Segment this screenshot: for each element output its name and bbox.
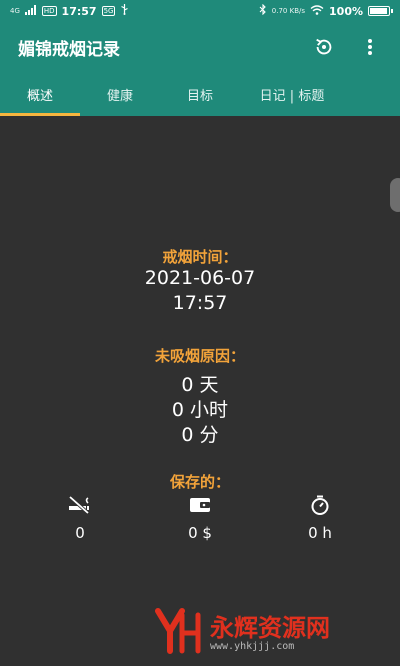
quit-date: 2021-06-07: [144, 267, 256, 289]
stopwatch-icon: [280, 494, 360, 516]
not-smoked-minutes: 0 分: [181, 424, 219, 446]
tab-diary[interactable]: 日记 | 标题: [240, 72, 344, 116]
watermark-url: www.yhkjjj.com: [210, 640, 295, 652]
quit-time-label: 戒烟时间：: [162, 248, 238, 266]
saved-time-value: 0 h: [308, 524, 332, 542]
tab-goals[interactable]: 目标: [160, 72, 240, 116]
saved-cigarettes: 0: [40, 494, 120, 542]
saved-money-value: 0 $: [188, 524, 212, 542]
saved-time: 0 h: [280, 494, 360, 542]
overview-panel: 戒烟时间： 2021-06-07 17:57 未吸烟原因： 0 天 0 小时 0…: [0, 116, 400, 666]
not-smoked-days: 0 天: [181, 374, 219, 396]
wallet-icon: [160, 494, 240, 516]
more-vert-icon[interactable]: [356, 33, 384, 61]
hd-badge: HD: [41, 6, 57, 16]
reset-icon[interactable]: [310, 33, 338, 61]
battery-percent: 100%: [329, 4, 363, 18]
tab-overview[interactable]: 概述: [0, 72, 80, 116]
saved-label: 保存的：: [169, 473, 230, 491]
signal-label: 4G: [10, 7, 20, 15]
bluetooth-icon: [259, 3, 267, 18]
watermark-text: 永辉资源网: [210, 613, 330, 642]
signal-icon: [24, 4, 37, 18]
saved-cigarettes-value: 0: [75, 524, 85, 542]
status-bar: 4G HD 17:57 5G 0.70 KB/s 100%: [0, 0, 400, 22]
side-handle[interactable]: [390, 178, 400, 212]
notification-badge: 5G: [101, 6, 116, 16]
battery-fill: [370, 8, 387, 14]
not-smoked-label: 未吸烟原因：: [154, 347, 245, 365]
net-speed: 0.70 KB/s: [271, 7, 306, 15]
usb-icon: [120, 4, 129, 18]
tab-bar: 概述 健康 目标 日记 | 标题: [0, 72, 400, 116]
not-smoked-hours: 0 小时: [171, 399, 229, 421]
app-bar: 媚锦戒烟记录: [0, 22, 400, 72]
no-smoking-icon: [40, 494, 120, 516]
watermark: 永辉资源网 www.yhkjjj.com: [152, 604, 398, 662]
status-time: 17:57: [61, 4, 97, 18]
app-title: 媚锦戒烟记录: [18, 39, 120, 60]
tab-health[interactable]: 健康: [80, 72, 160, 116]
wifi-icon: [310, 4, 324, 18]
saved-money: 0 $: [160, 494, 240, 542]
watermark-logo: [152, 605, 204, 661]
battery-icon: [368, 6, 393, 16]
quit-time: 17:57: [172, 292, 228, 314]
